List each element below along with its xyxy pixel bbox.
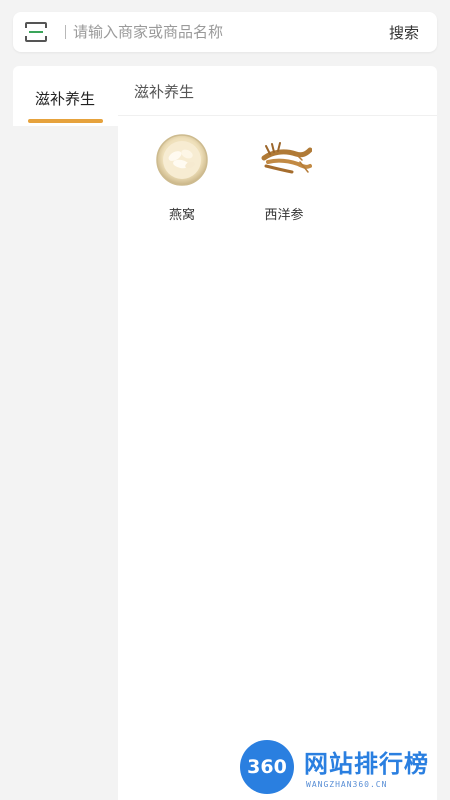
scan-icon[interactable] [25,22,47,42]
search-divider [65,25,66,39]
app-root: 搜索 滋补养生 滋补养生 [0,0,450,800]
watermark-badge: 360 [240,740,294,794]
birds-nest-icon [142,132,222,188]
ginseng-icon [244,132,324,188]
active-indicator [28,119,103,123]
category-sidebar: 滋补养生 [13,66,118,126]
product-item-birds-nest[interactable]: 燕窝 [142,132,222,223]
section-divider [118,115,437,116]
sidebar-item-label: 滋补养生 [35,90,96,108]
watermark-subtitle: WANGZHAN360.CN [306,780,388,789]
watermark-title: 网站排行榜 [304,750,429,778]
product-panel: 滋补养生 燕窝 西洋参 [118,66,437,800]
product-item-american-ginseng[interactable]: 西洋参 [244,132,324,223]
search-bar: 搜索 [13,12,437,52]
search-button[interactable]: 搜索 [389,22,419,43]
sidebar-item-tonic[interactable]: 滋补养生 [13,66,118,126]
section-title: 滋补养生 [134,83,195,101]
search-input[interactable] [73,20,373,44]
watermark-logo: 360 网站排行榜 WANGZHAN360.CN [236,738,446,798]
product-name: 燕窝 [168,208,195,223]
product-name: 西洋参 [264,208,304,223]
